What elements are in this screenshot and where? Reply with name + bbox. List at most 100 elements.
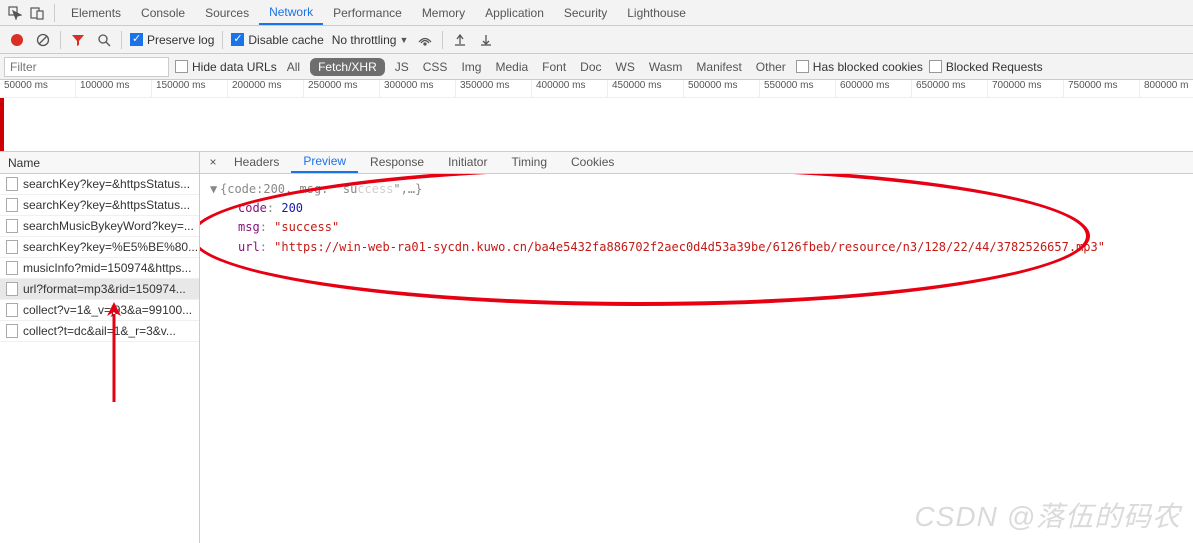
- has-blocked-cookies-label: Has blocked cookies: [813, 60, 923, 74]
- has-blocked-cookies-checkbox[interactable]: Has blocked cookies: [796, 60, 923, 74]
- device-toggle-icon[interactable]: [26, 6, 48, 20]
- file-icon: [6, 303, 18, 317]
- separator: [222, 31, 223, 49]
- inspect-icon[interactable]: [4, 6, 26, 20]
- caret-down-icon: ▼: [399, 35, 408, 45]
- tab-cookies[interactable]: Cookies: [559, 152, 626, 173]
- blocked-requests-checkbox[interactable]: Blocked Requests: [929, 60, 1043, 74]
- tab-elements[interactable]: Elements: [61, 1, 131, 25]
- request-label: searchKey?key=&httpsStatus...: [23, 177, 190, 191]
- filter-font[interactable]: Font: [538, 58, 570, 76]
- throttling-dropdown[interactable]: No throttling ▼: [332, 33, 409, 47]
- request-label: musicInfo?mid=150974&https...: [23, 261, 191, 275]
- separator: [121, 31, 122, 49]
- request-row[interactable]: searchKey?key=&httpsStatus...: [0, 174, 199, 195]
- watermark: CSDN @落伍的码农: [914, 495, 1181, 535]
- tab-lighthouse[interactable]: Lighthouse: [617, 1, 696, 25]
- preserve-log-label: Preserve log: [147, 33, 214, 47]
- timeline-tick: 200000 ms: [228, 80, 304, 97]
- file-icon: [6, 324, 18, 338]
- request-row[interactable]: musicInfo?mid=150974&https...: [0, 258, 199, 279]
- network-conditions-icon[interactable]: [416, 31, 434, 49]
- request-row[interactable]: searchMusicBykeyWord?key=...: [0, 216, 199, 237]
- filter-other[interactable]: Other: [752, 58, 790, 76]
- column-header-name[interactable]: Name: [0, 152, 199, 174]
- filter-doc[interactable]: Doc: [576, 58, 605, 76]
- request-list: Name searchKey?key=&httpsStatus...search…: [0, 152, 200, 543]
- timeline-tick: 600000 ms: [836, 80, 912, 97]
- filter-input[interactable]: [4, 57, 169, 77]
- disable-cache-label: Disable cache: [248, 33, 323, 47]
- tab-response[interactable]: Response: [358, 152, 436, 173]
- network-timeline[interactable]: 50000 ms100000 ms150000 ms200000 ms25000…: [0, 80, 1193, 152]
- checkbox-icon: [130, 33, 143, 46]
- timeline-tick: 250000 ms: [304, 80, 380, 97]
- request-label: url?format=mp3&rid=150974...: [23, 282, 186, 296]
- checkbox-icon: [231, 33, 244, 46]
- expand-arrow-icon[interactable]: ▼: [210, 180, 220, 199]
- checkbox-icon: [929, 60, 942, 73]
- tab-memory[interactable]: Memory: [412, 1, 475, 25]
- tab-initiator[interactable]: Initiator: [436, 152, 499, 173]
- timeline-tick: 300000 ms: [380, 80, 456, 97]
- hide-data-urls-checkbox[interactable]: Hide data URLs: [175, 60, 277, 74]
- disable-cache-checkbox[interactable]: Disable cache: [231, 33, 323, 47]
- filter-all[interactable]: All: [283, 58, 304, 76]
- file-icon: [6, 219, 18, 233]
- filter-media[interactable]: Media: [491, 58, 532, 76]
- filter-js[interactable]: JS: [391, 58, 413, 76]
- filter-manifest[interactable]: Manifest: [692, 58, 745, 76]
- timeline-tick: 750000 ms: [1064, 80, 1140, 97]
- request-row[interactable]: searchKey?key=%E5%BE%80...: [0, 237, 199, 258]
- tab-security[interactable]: Security: [554, 1, 617, 25]
- tab-headers[interactable]: Headers: [222, 152, 291, 173]
- checkbox-icon: [796, 60, 809, 73]
- timeline-body: [0, 98, 1193, 152]
- search-icon[interactable]: [95, 31, 113, 49]
- separator: [60, 31, 61, 49]
- request-row[interactable]: collect?t=dc&ail=1&_r=3&v...: [0, 321, 199, 342]
- request-row[interactable]: url?format=mp3&rid=150974...: [0, 279, 199, 300]
- detail-tabs: × Headers Preview Response Initiator Tim…: [200, 152, 1193, 174]
- export-har-icon[interactable]: [477, 31, 495, 49]
- file-icon: [6, 282, 18, 296]
- tab-timing[interactable]: Timing: [499, 152, 559, 173]
- main-area: Name searchKey?key=&httpsStatus...search…: [0, 152, 1193, 543]
- tab-performance[interactable]: Performance: [323, 1, 412, 25]
- timeline-tick: 350000 ms: [456, 80, 532, 97]
- filter-icon[interactable]: [69, 31, 87, 49]
- timeline-tick: 150000 ms: [152, 80, 228, 97]
- timeline-marker: [0, 98, 4, 152]
- json-summary[interactable]: ▼ {code: 200, msg: "success",…}: [210, 180, 1183, 199]
- filter-css[interactable]: CSS: [419, 58, 452, 76]
- tab-network[interactable]: Network: [259, 0, 323, 25]
- clear-icon[interactable]: [34, 31, 52, 49]
- blocked-requests-label: Blocked Requests: [946, 60, 1043, 74]
- checkbox-icon: [175, 60, 188, 73]
- timeline-tick: 100000 ms: [76, 80, 152, 97]
- preserve-log-checkbox[interactable]: Preserve log: [130, 33, 214, 47]
- tab-preview[interactable]: Preview: [291, 152, 358, 173]
- timeline-tick: 450000 ms: [608, 80, 684, 97]
- timeline-tick: 400000 ms: [532, 80, 608, 97]
- filter-fetchxhr[interactable]: Fetch/XHR: [310, 58, 385, 76]
- tab-application[interactable]: Application: [475, 1, 554, 25]
- network-filter-bar: Hide data URLs All Fetch/XHR JS CSS Img …: [0, 54, 1193, 80]
- hide-data-urls-label: Hide data URLs: [192, 60, 277, 74]
- close-icon[interactable]: ×: [204, 155, 222, 173]
- filter-img[interactable]: Img: [457, 58, 485, 76]
- timeline-tick: 650000 ms: [912, 80, 988, 97]
- file-icon: [6, 177, 18, 191]
- record-button[interactable]: [8, 31, 26, 49]
- tab-console[interactable]: Console: [131, 1, 195, 25]
- json-line-code: code: 200: [210, 199, 1183, 218]
- request-row[interactable]: searchKey?key=&httpsStatus...: [0, 195, 199, 216]
- request-label: collect?v=1&_v=j93&a=99100...: [23, 303, 192, 317]
- import-har-icon[interactable]: [451, 31, 469, 49]
- request-row[interactable]: collect?v=1&_v=j93&a=99100...: [0, 300, 199, 321]
- timeline-ruler: 50000 ms100000 ms150000 ms200000 ms25000…: [0, 80, 1193, 98]
- filter-wasm[interactable]: Wasm: [645, 58, 687, 76]
- filter-ws[interactable]: WS: [612, 58, 639, 76]
- tab-sources[interactable]: Sources: [195, 1, 259, 25]
- timeline-tick: 50000 ms: [0, 80, 76, 97]
